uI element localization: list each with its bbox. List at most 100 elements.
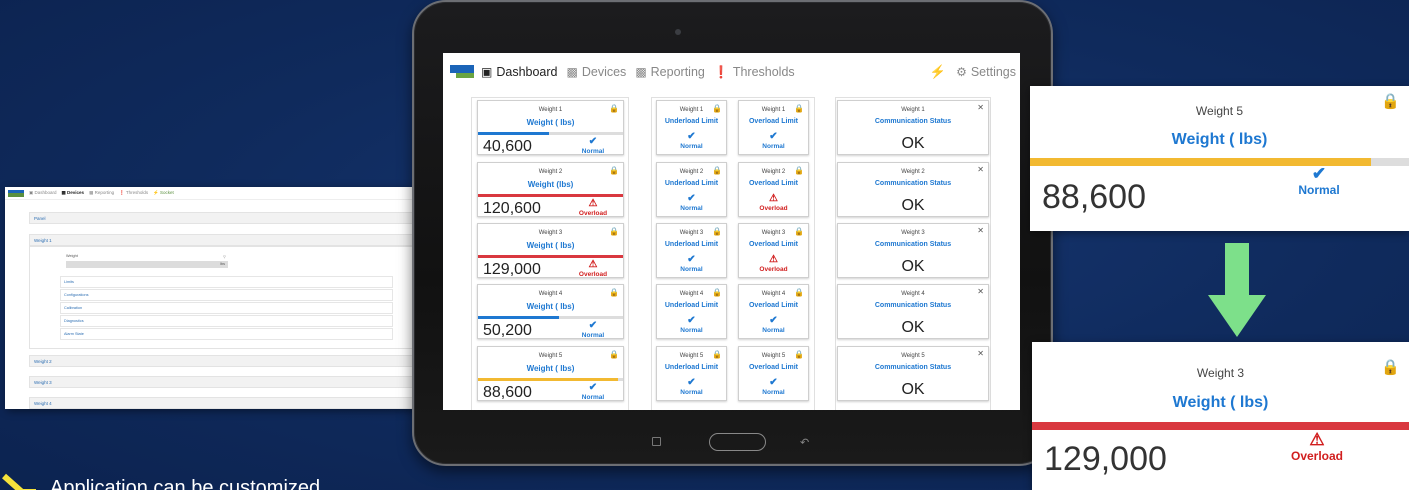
communication-card-value: OK	[901, 258, 925, 275]
weight1-link-configurations[interactable]: Configurations	[60, 289, 393, 301]
desktop-nav-socket[interactable]: ⚡ Socket	[153, 190, 174, 196]
warning-icon: ⚠	[1309, 430, 1325, 449]
lock-icon[interactable]: 🔒	[794, 104, 804, 113]
lock-icon[interactable]: 🔒	[609, 350, 619, 359]
desktop-logo	[8, 189, 24, 197]
nav-settings-label: Settings	[970, 65, 1016, 79]
lock-icon[interactable]: 🔒	[712, 104, 722, 113]
weight-card-title: Weight 5	[538, 353, 563, 359]
lock-icon[interactable]: 🔒	[712, 288, 722, 297]
warning-icon: ⚠	[769, 254, 778, 265]
home-button[interactable]	[709, 433, 766, 451]
weight-field-input[interactable]: lbs	[66, 261, 228, 268]
desktop-nav-devices[interactable]: ▩ Devices	[62, 190, 85, 196]
communication-card-title: Weight 5	[901, 353, 925, 359]
weight1-link-limits-label: Limits	[64, 280, 74, 284]
lock-icon[interactable]: 🔒	[609, 166, 619, 175]
close-icon[interactable]: ✕	[977, 165, 984, 174]
check-icon: ✔	[769, 131, 778, 142]
warning-icon: ⚠	[588, 259, 598, 270]
panel-accordion[interactable]: Panel	[29, 212, 433, 224]
overload-card-label: Overload Limit	[748, 364, 798, 371]
weight1-link-diagnostics[interactable]: Diagnostics	[60, 315, 393, 327]
underload-card-status: ✔ Normal	[657, 193, 726, 212]
underload-card-status: ✔ Normal	[657, 377, 726, 396]
weight3-callout-status: ⚠ Overload	[1282, 430, 1352, 463]
weight-card-title: Weight 4	[538, 291, 563, 297]
desktop-nav-thresholds[interactable]: ❗ Thresholds	[119, 190, 148, 196]
nav-thresholds[interactable]: ❗ Thresholds	[714, 65, 795, 79]
desktop-nav-dashboard[interactable]: ▣ Dashboard	[29, 190, 57, 196]
communication-card: Weight 1 Communication Status ✕ OK	[837, 100, 989, 155]
underload-card-status-label: Normal	[680, 143, 703, 150]
lock-icon[interactable]: 🔒	[609, 104, 619, 113]
check-icon: ✔	[1311, 164, 1327, 183]
weight3-callout-bar-fill	[1032, 422, 1409, 430]
weight1-accordion-header[interactable]: Weight 1	[29, 234, 433, 246]
weight-card-value: 129,000	[483, 261, 541, 278]
nav-dashboard[interactable]: ▣ Dashboard	[481, 65, 558, 79]
lock-icon[interactable]: 🔒	[712, 350, 722, 359]
lock-icon[interactable]: 🔒	[794, 166, 804, 175]
nav-devices[interactable]: ▩ Devices	[567, 65, 627, 79]
alert-circle-icon: ❗	[713, 65, 729, 79]
weight4-accordion-header[interactable]: Weight 4	[29, 397, 433, 409]
plug-icon[interactable]: ⚡	[930, 64, 946, 80]
underload-card-label: Underload Limit	[664, 180, 719, 187]
close-icon[interactable]: ✕	[977, 287, 984, 296]
lock-icon[interactable]: 🔒	[609, 227, 619, 236]
weight-card-unit: Weight ( lbs)	[526, 118, 575, 127]
close-icon[interactable]: ✕	[977, 349, 984, 358]
weight1-link-diagnostics-label: Diagnostics	[64, 319, 84, 323]
weight-field-unit: lbs	[220, 262, 225, 266]
lock-icon[interactable]: 🔒	[712, 166, 722, 175]
underload-card-status: ✔ Normal	[657, 131, 726, 150]
weight5-callout: Weight 5 Weight ( lbs) 🔒 88,600 ✔ Normal	[1030, 86, 1409, 231]
weight1-link-alarm-state[interactable]: Alarm State	[60, 328, 393, 340]
communication-card-label: Communication Status	[874, 118, 952, 125]
nav-reporting[interactable]: ▩ Reporting	[635, 65, 705, 79]
overload-card-label: Overload Limit	[748, 302, 798, 309]
lock-icon[interactable]: 🔒	[794, 350, 804, 359]
communication-card-label: Communication Status	[874, 241, 952, 248]
lock-icon[interactable]: 🔒	[712, 227, 722, 236]
lock-icon[interactable]: 🔒	[794, 227, 804, 236]
weight-card-bar-fill	[478, 316, 559, 319]
communication-card-title: Weight 3	[901, 230, 925, 236]
communication-card-value: OK	[901, 319, 925, 336]
desktop-nav-reporting[interactable]: ▩ Reporting	[89, 190, 114, 196]
underload-card-status-label: Normal	[680, 205, 703, 212]
overload-card-status: ⚠ Overload	[739, 254, 808, 273]
lock-icon[interactable]: 🔒	[1381, 92, 1400, 110]
back-button[interactable]: ↶	[800, 436, 809, 449]
weight-card-status: ⚠ Overload	[573, 259, 613, 278]
weight-field-search-icon: ⚲	[223, 255, 226, 259]
overload-card-status-label: Normal	[762, 327, 785, 334]
lock-icon[interactable]: 🔒	[794, 288, 804, 297]
overload-card-status: ⚠ Overload	[739, 193, 808, 212]
close-icon[interactable]: ✕	[977, 226, 984, 235]
lock-icon[interactable]: 🔒	[1381, 358, 1400, 376]
nav-settings[interactable]: ⚙ Settings	[956, 65, 1016, 79]
recent-apps-button[interactable]	[652, 437, 661, 446]
communication-card: Weight 4 Communication Status ✕ OK	[837, 284, 989, 339]
communication-card-label: Communication Status	[874, 302, 952, 309]
weight1-link-calibration[interactable]: Calibration	[60, 302, 393, 314]
weight3-accordion-header[interactable]: Weight 3	[29, 376, 433, 388]
weight2-accordion-header[interactable]: Weight 2	[29, 355, 433, 367]
overload-card: Weight 1 Overload Limit 🔒 ✔ Normal	[738, 100, 809, 155]
weight-card-status-label: Overload	[578, 271, 608, 278]
close-icon[interactable]: ✕	[977, 103, 984, 112]
weight5-callout-status: ✔ Normal	[1284, 164, 1354, 197]
lock-icon[interactable]: 🔒	[609, 288, 619, 297]
weight-card-status: ✔ Normal	[573, 382, 613, 400]
underload-card-label: Underload Limit	[664, 118, 719, 125]
underload-card-label: Underload Limit	[664, 364, 719, 371]
check-icon: ✔	[588, 382, 598, 393]
desktop-nav-dashboard-label: Dashboard	[34, 190, 57, 195]
desktop-nav-reporting-label: Reporting	[94, 190, 115, 195]
weight1-link-limits[interactable]: Limits	[60, 276, 393, 288]
overload-card-status: ✔ Normal	[739, 131, 808, 150]
check-icon: ✔	[687, 315, 696, 326]
weight-card-status: ✔ Normal	[573, 136, 613, 154]
